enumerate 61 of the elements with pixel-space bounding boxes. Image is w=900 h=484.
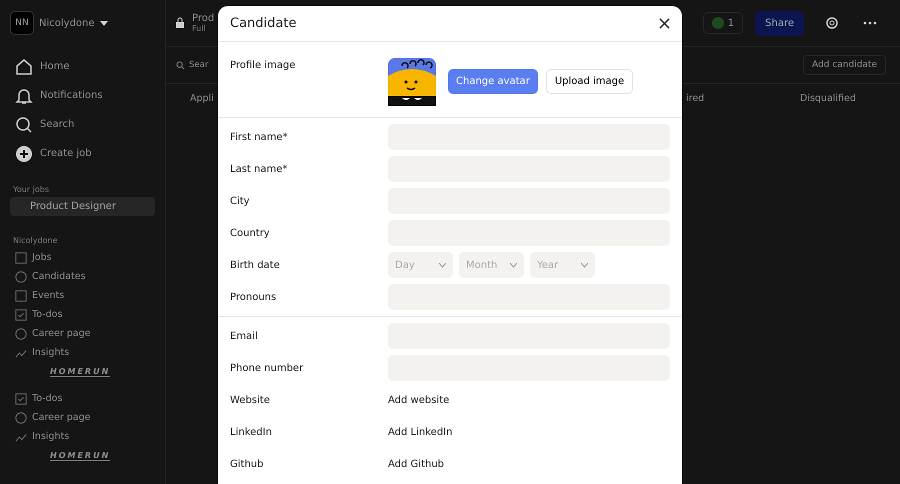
- change-avatar-button[interactable]: Change avatar: [448, 69, 538, 94]
- field-label: Pronouns: [230, 292, 278, 302]
- cartoon-avatar-icon: [388, 58, 436, 106]
- menu-item[interactable]: Insights: [10, 427, 155, 446]
- field-label: Website: [230, 394, 271, 406]
- close-icon[interactable]: [659, 18, 670, 29]
- home-icon: [14, 56, 34, 76]
- column-header: Disqualified: [800, 92, 856, 104]
- search-icon: [176, 60, 185, 70]
- section-heading[interactable]: Nicolydone: [13, 236, 58, 245]
- check-icon: [15, 392, 27, 404]
- column-header: Appli: [190, 92, 214, 104]
- nav-item[interactable]: Search: [10, 114, 155, 135]
- menu-item[interactable]: Jobs: [10, 248, 155, 267]
- search-field[interactable]: Sear: [189, 60, 208, 70]
- settings-icon[interactable]: [824, 15, 840, 31]
- menu-item[interactable]: Career page: [10, 324, 155, 343]
- nav-item[interactable]: Create job: [10, 143, 155, 164]
- menu-item[interactable]: Career page: [10, 408, 155, 427]
- field-label: Phone number: [230, 362, 304, 374]
- search-icon: [14, 114, 34, 134]
- check-icon: [15, 308, 27, 320]
- column-header: ired: [686, 92, 704, 104]
- field-label: LinkedIn: [230, 426, 273, 438]
- add-link[interactable]: Add LinkedIn: [388, 426, 452, 438]
- brand-logo: HOMERUN: [50, 367, 110, 377]
- menu-item[interactable]: Insights: [10, 343, 155, 362]
- add-candidate-button[interactable]: Add candidate: [803, 55, 886, 75]
- field-label: City: [230, 196, 251, 206]
- lock-icon: [174, 17, 186, 29]
- field-label: Birth date: [230, 260, 281, 270]
- dialog-title: Candidate: [230, 16, 296, 31]
- workspace-avatar[interactable]: NN: [10, 11, 34, 35]
- plus-circle-icon: [14, 144, 34, 164]
- menu-item[interactable]: To-dos: [10, 305, 155, 324]
- field-label: Github: [230, 458, 264, 470]
- caret-icon: [100, 20, 108, 26]
- job-title: Prod: [192, 13, 214, 24]
- field-label: Last name*: [230, 164, 288, 174]
- nav-item[interactable]: Notifications: [10, 85, 155, 106]
- menu-item[interactable]: Candidates: [10, 267, 155, 286]
- job-subtitle: Full: [192, 24, 207, 33]
- job-item[interactable]: Product Designer: [10, 197, 155, 216]
- field-label: First name*: [230, 132, 289, 142]
- menu-item[interactable]: Events: [10, 286, 155, 305]
- chevron-icon: [439, 262, 446, 268]
- nav-item[interactable]: Home: [10, 56, 155, 77]
- field-label: Email: [230, 330, 259, 342]
- brand-logo: HOMERUN: [50, 451, 110, 461]
- workspace-name[interactable]: Nicolydone: [39, 18, 95, 28]
- members-button[interactable]: 1: [702, 12, 744, 34]
- share-button[interactable]: Share: [755, 10, 804, 36]
- add-link[interactable]: Add website: [388, 394, 450, 406]
- add-link[interactable]: Add Github: [388, 458, 444, 470]
- chevron-icon: [581, 262, 588, 268]
- section-heading[interactable]: Your jobs: [13, 185, 49, 194]
- field-label: Country: [230, 228, 271, 238]
- menu-item[interactable]: To-dos: [10, 389, 155, 408]
- chevron-icon: [510, 262, 517, 268]
- field-label: Profile image: [230, 60, 296, 71]
- upload-image-button[interactable]: Upload image: [546, 69, 634, 94]
